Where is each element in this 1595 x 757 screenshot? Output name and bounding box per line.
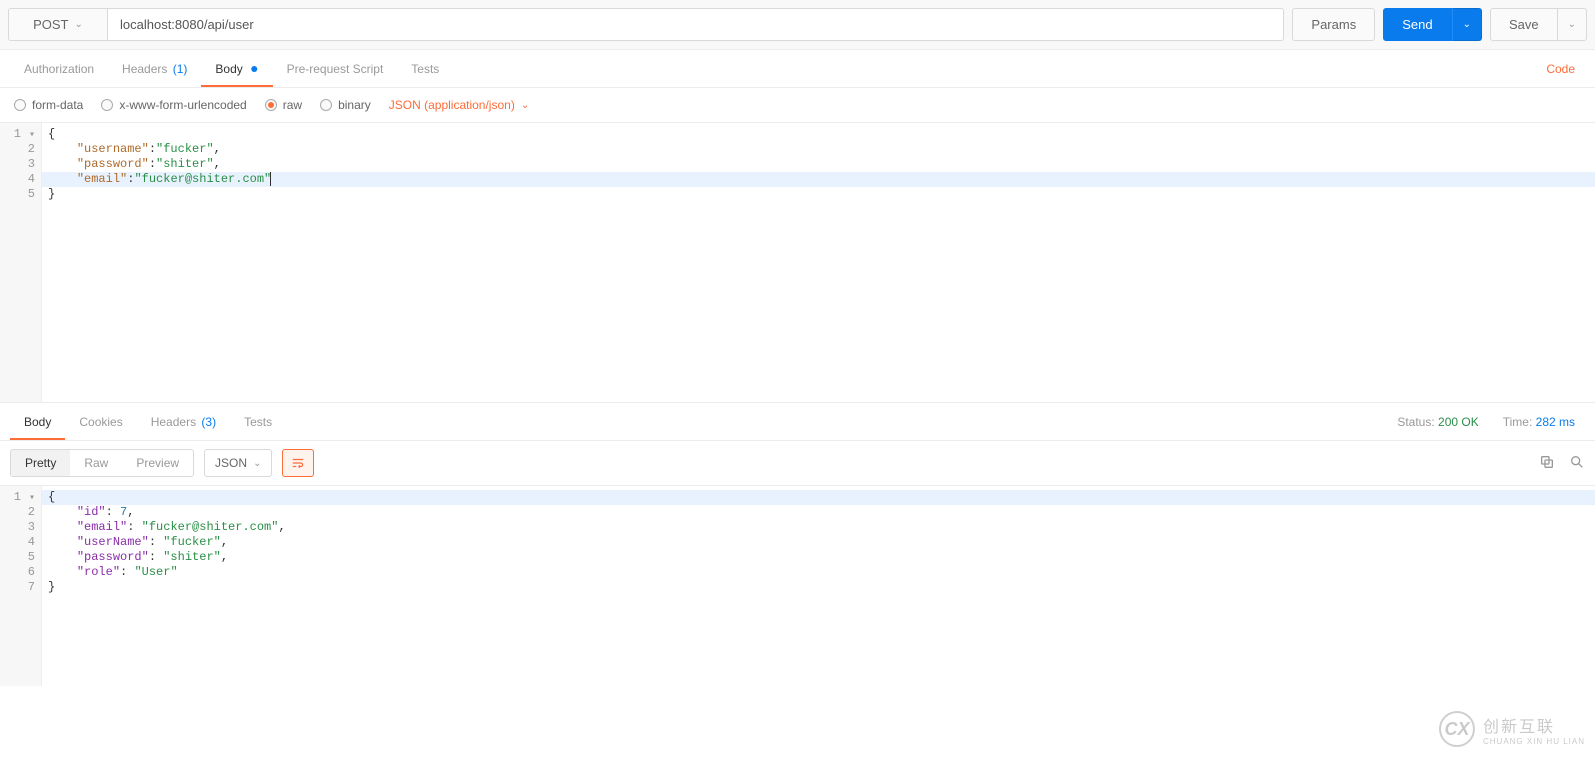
view-mode-pretty[interactable]: Pretty xyxy=(11,450,70,476)
time-value: 282 ms xyxy=(1536,415,1575,429)
view-mode-raw[interactable]: Raw xyxy=(70,450,122,476)
chevron-down-icon: ⌄ xyxy=(1568,19,1576,30)
content-type-value: JSON (application/json) xyxy=(389,98,515,112)
save-button[interactable]: Save xyxy=(1490,8,1558,41)
request-body-editor[interactable]: 1 ▾2345 { "username":"fucker", "password… xyxy=(0,123,1595,403)
tab-body-label: Body xyxy=(215,62,242,76)
watermark-brand: 创新互联 xyxy=(1483,713,1585,737)
radio-icon xyxy=(320,99,332,111)
response-tabs: Body Cookies Headers (3) Tests Status: 2… xyxy=(0,403,1595,441)
body-type-binary[interactable]: binary xyxy=(320,98,371,112)
request-top-bar: POST ⌄ Params Send ⌄ Save ⌄ xyxy=(0,0,1595,50)
content-type-select[interactable]: JSON (application/json) ⌄ xyxy=(389,98,529,112)
view-mode-preview[interactable]: Preview xyxy=(122,450,193,476)
send-button[interactable]: Send xyxy=(1383,8,1451,41)
tab-body[interactable]: Body ● xyxy=(201,52,272,86)
watermark: CX 创新互联 CHUANG XIN HU LIAN xyxy=(1439,711,1585,747)
copy-response-button[interactable] xyxy=(1539,454,1555,473)
body-type-raw[interactable]: raw xyxy=(265,98,302,112)
response-language-select[interactable]: JSON ⌄ xyxy=(204,449,272,477)
watermark-logo-icon: CX xyxy=(1439,711,1475,747)
radio-icon xyxy=(101,99,113,111)
http-method-select[interactable]: POST ⌄ xyxy=(8,8,108,41)
body-type-row: form-data x-www-form-urlencoded raw bina… xyxy=(0,88,1595,123)
tab-headers-label: Headers xyxy=(122,62,167,76)
tab-tests[interactable]: Tests xyxy=(397,52,453,86)
body-type-urlencoded[interactable]: x-www-form-urlencoded xyxy=(101,98,246,112)
save-button-group: Save ⌄ xyxy=(1490,8,1587,41)
wrap-icon xyxy=(291,456,305,470)
response-tab-headers[interactable]: Headers (3) xyxy=(137,405,230,439)
response-action-icons xyxy=(1539,454,1585,473)
response-tab-cookies[interactable]: Cookies xyxy=(65,405,136,439)
wrap-lines-button[interactable] xyxy=(282,449,314,477)
response-tab-headers-label: Headers xyxy=(151,415,196,429)
save-dropdown-button[interactable]: ⌄ xyxy=(1558,8,1587,41)
request-tabs: Authorization Headers (1) Body ● Pre-req… xyxy=(0,50,1595,88)
status-value: 200 OK xyxy=(1438,415,1479,429)
editor-code-area[interactable]: { "username":"fucker", "password":"shite… xyxy=(42,123,1595,402)
radio-icon xyxy=(14,99,26,111)
generate-code-link[interactable]: Code xyxy=(1536,52,1585,86)
response-toolbar: Pretty Raw Preview JSON ⌄ xyxy=(0,441,1595,486)
response-body-editor[interactable]: 1 ▾234567 { "id": 7, "email": "fucker@sh… xyxy=(0,486,1595,686)
chevron-down-icon: ⌄ xyxy=(253,458,261,469)
time-label: Time: xyxy=(1503,415,1533,429)
search-icon xyxy=(1569,454,1585,470)
send-button-group: Send ⌄ xyxy=(1383,8,1482,41)
watermark-sub: CHUANG XIN HU LIAN xyxy=(1483,737,1585,746)
editor-gutter: 1 ▾2345 xyxy=(0,123,42,402)
copy-icon xyxy=(1539,454,1555,470)
editor-code-area: { "id": 7, "email": "fucker@shiter.com",… xyxy=(42,486,1595,686)
search-response-button[interactable] xyxy=(1569,454,1585,473)
view-mode-segment: Pretty Raw Preview xyxy=(10,449,194,477)
unsaved-dot-icon: ● xyxy=(250,60,258,76)
chevron-down-icon: ⌄ xyxy=(521,100,529,111)
response-tab-body[interactable]: Body xyxy=(10,405,65,439)
editor-gutter: 1 ▾234567 xyxy=(0,486,42,686)
response-tab-tests[interactable]: Tests xyxy=(230,405,286,439)
time-block: Time: 282 ms xyxy=(1503,415,1575,429)
tab-prerequest[interactable]: Pre-request Script xyxy=(273,52,398,86)
response-status-bar: Status: 200 OK Time: 282 ms xyxy=(1397,415,1585,429)
tab-headers[interactable]: Headers (1) xyxy=(108,52,201,86)
tab-headers-count: (1) xyxy=(173,62,188,76)
response-language-value: JSON xyxy=(215,456,247,470)
http-method-value: POST xyxy=(33,17,68,32)
chevron-down-icon: ⌄ xyxy=(1463,19,1471,30)
status-block: Status: 200 OK xyxy=(1397,415,1478,429)
send-dropdown-button[interactable]: ⌄ xyxy=(1452,8,1482,41)
status-label: Status: xyxy=(1397,415,1434,429)
request-url-input[interactable] xyxy=(108,8,1284,41)
response-tab-headers-count: (3) xyxy=(201,415,216,429)
chevron-down-icon: ⌄ xyxy=(75,19,83,30)
body-type-form-data[interactable]: form-data xyxy=(14,98,83,112)
radio-selected-icon xyxy=(265,99,277,111)
params-button[interactable]: Params xyxy=(1292,8,1375,41)
tab-authorization[interactable]: Authorization xyxy=(10,52,108,86)
